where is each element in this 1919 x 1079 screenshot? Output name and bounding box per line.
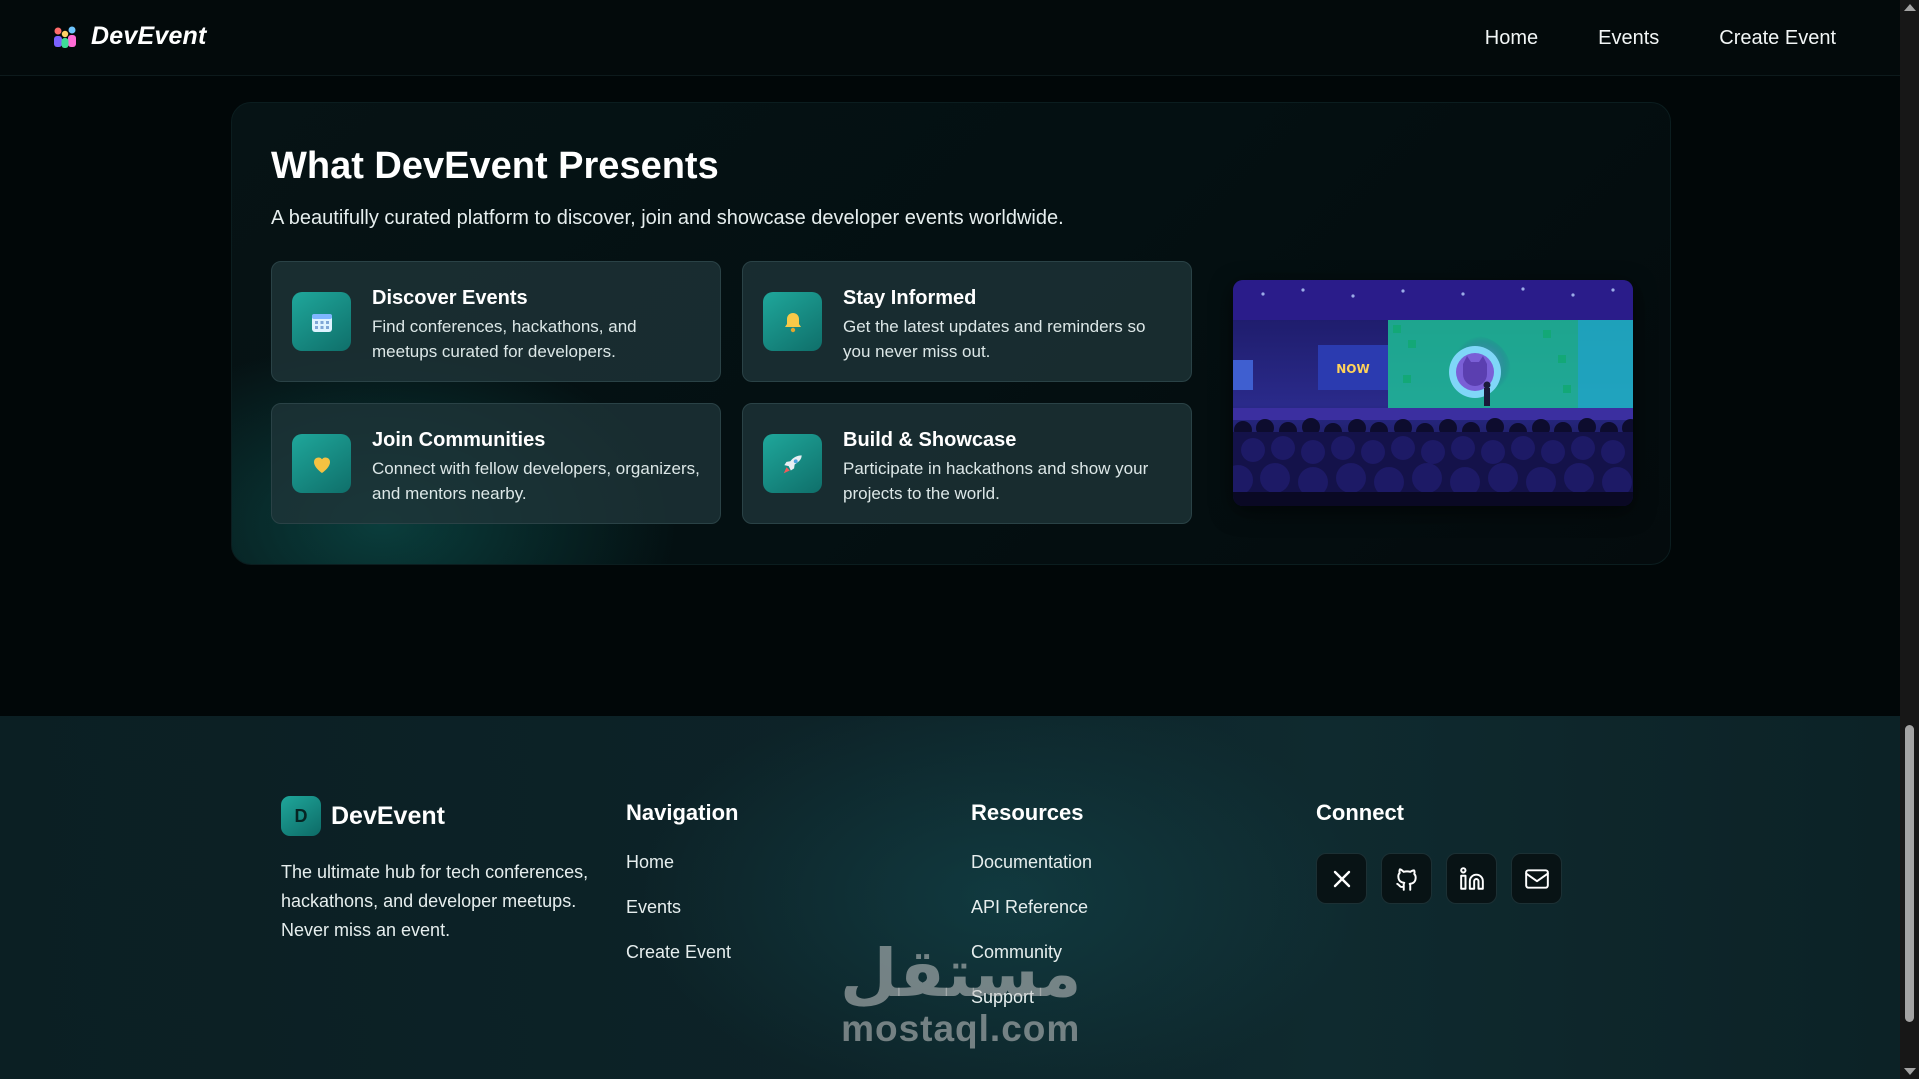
scroll-up-arrow-icon[interactable]	[1904, 4, 1916, 11]
feature-card-stay-informed: Stay Informed Get the latest updates and…	[742, 261, 1192, 382]
features-title: What DevEvent Presents	[271, 145, 719, 187]
brand-name: DevEvent	[91, 22, 207, 50]
top-navbar: DevEvent Home Events Create Event	[0, 0, 1900, 76]
footer-connect-title: Connect	[1316, 800, 1404, 825]
footer-logo-badge: D	[281, 796, 321, 836]
feature-card-communities: Join Communities Connect with fellow dev…	[271, 403, 721, 524]
card-description: Participate in hackathons and show your …	[843, 459, 1149, 503]
features-subtitle: A beautifully curated platform to discov…	[271, 207, 1064, 229]
card-title: Build & Showcase	[843, 429, 1017, 451]
footer-tagline: The ultimate hub for tech conferences, h…	[281, 862, 589, 940]
card-description: Connect with fellow developers, organize…	[372, 459, 700, 503]
social-links	[1316, 853, 1562, 904]
footer-link-home[interactable]: Home	[626, 852, 738, 897]
rocket-icon	[763, 434, 822, 493]
footer-brand[interactable]: D DevEvent	[281, 796, 445, 836]
github-icon[interactable]	[1381, 853, 1432, 904]
card-description: Get the latest updates and reminders so …	[843, 317, 1146, 361]
footer-resources-title: Resources	[971, 800, 1084, 825]
calendar-icon	[292, 292, 351, 351]
mail-icon[interactable]	[1511, 853, 1562, 904]
heart-icon	[292, 434, 351, 493]
footer-link-events[interactable]: Events	[626, 897, 738, 942]
screen-now-text: NOW	[1336, 362, 1369, 376]
bell-icon	[763, 292, 822, 351]
page-scrollbar[interactable]	[1900, 0, 1919, 1079]
card-title: Discover Events	[372, 287, 528, 309]
conference-photo: NOW	[1233, 280, 1633, 506]
footer-connect: Connect	[1316, 800, 1404, 852]
card-description: Find conferences, hackathons, and meetup…	[372, 317, 637, 361]
people-logo-icon	[54, 26, 76, 48]
scroll-down-arrow-icon[interactable]	[1904, 1068, 1916, 1075]
footer-navigation: Navigation Home Events Create Event	[626, 800, 738, 987]
nav-events-link[interactable]: Events	[1598, 27, 1659, 50]
watermark-arabic: مستقل	[840, 935, 1082, 1012]
scrollbar-thumb[interactable]	[1905, 725, 1914, 1022]
feature-card-build-showcase: Build & Showcase Participate in hackatho…	[742, 403, 1192, 524]
brand-link[interactable]: DevEvent	[51, 22, 207, 51]
card-title: Stay Informed	[843, 287, 977, 309]
card-title: Join Communities	[372, 429, 546, 451]
nav-home-link[interactable]: Home	[1485, 27, 1538, 50]
x-icon[interactable]	[1316, 853, 1367, 904]
footer-link-documentation[interactable]: Documentation	[971, 852, 1092, 897]
watermark-latin: mostaql.com	[841, 1008, 1081, 1049]
features-panel: What DevEvent Presents A beautifully cur…	[231, 102, 1671, 565]
main-nav: Home Events Create Event	[1485, 0, 1836, 76]
footer-navigation-title: Navigation	[626, 800, 739, 825]
footer-brand-name: DevEvent	[331, 801, 445, 830]
linkedin-icon[interactable]	[1446, 853, 1497, 904]
footer-link-create-event[interactable]: Create Event	[626, 942, 738, 987]
nav-create-event-link[interactable]: Create Event	[1719, 27, 1836, 50]
feature-card-discover: Discover Events Find conferences, hackat…	[271, 261, 721, 382]
mostaql-watermark: مستقل mostaql.com	[840, 940, 1081, 1050]
